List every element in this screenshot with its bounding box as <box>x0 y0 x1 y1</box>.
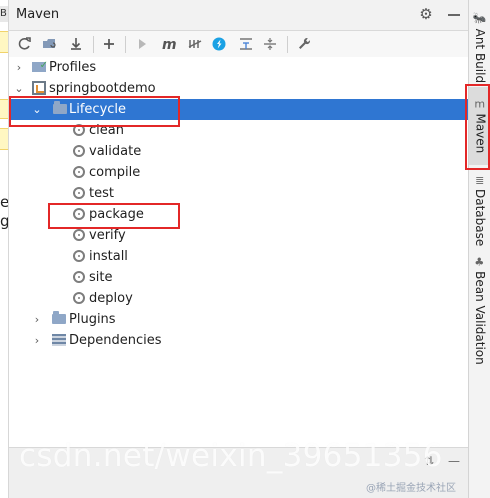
gear-icon <box>72 186 86 200</box>
gear-icon <box>72 123 86 137</box>
chevron-down-icon[interactable]: ⌄ <box>13 78 25 99</box>
gear-icon <box>72 270 86 284</box>
profiles-folder-icon <box>32 55 48 76</box>
toggle-offline-mode-icon[interactable] <box>186 35 204 53</box>
tab-database[interactable]: ≣ Database <box>469 174 490 247</box>
project-label: springbootdemo <box>49 81 156 96</box>
toolbar-separator-2 <box>125 36 126 53</box>
maven-icon: m <box>474 97 486 111</box>
header-actions: ⚙ <box>418 5 460 23</box>
phase-label: site <box>89 270 113 285</box>
chevron-right-icon[interactable]: › <box>13 57 25 78</box>
editor-text-fragment-2: gt <box>0 213 8 229</box>
plugins-folder-icon <box>52 311 66 326</box>
editor-text-fragment-1: er <box>0 194 8 210</box>
gear-icon <box>72 228 86 242</box>
phase-label: clean <box>89 123 124 138</box>
phase-label: test <box>89 186 114 201</box>
tab-ant-build[interactable]: 🐜 Ant Build <box>469 11 490 84</box>
phase-label: deploy <box>89 291 133 306</box>
maven-toolbar: m <box>9 31 468 58</box>
chevron-right-icon[interactable]: › <box>31 330 43 351</box>
tree-node-profiles[interactable]: › Profiles <box>9 55 468 78</box>
gear-icon <box>72 291 86 305</box>
tree-node-plugins[interactable]: › Plugins <box>9 309 468 330</box>
tree-node-deploy[interactable]: deploy <box>9 288 468 309</box>
tree-node-test[interactable]: test <box>9 183 468 204</box>
bean-validation-icon: ♣ <box>475 255 485 269</box>
maven-tool-window: Maven ⚙ m › ✓ Profiles ⌄ springbootdemo … <box>9 0 468 498</box>
app-window: B er gt Maven ⚙ <box>0 0 490 498</box>
database-icon: ≣ <box>475 173 485 187</box>
editor-highlight-1 <box>0 31 8 53</box>
reload-generated-sources-icon[interactable] <box>40 35 58 53</box>
tree-node-springbootdemo[interactable]: ⌄ springbootdemo <box>9 78 468 99</box>
tab-maven[interactable]: m Maven <box>469 87 490 165</box>
watermark-small-text: @稀土掘金技术社区 <box>366 483 456 494</box>
gear-icon <box>72 165 86 179</box>
phase-label: install <box>89 249 128 264</box>
tree-node-validate[interactable]: validate <box>9 141 468 162</box>
lifecycle-folder-icon <box>53 101 67 116</box>
window-title: Maven <box>16 7 60 22</box>
phase-label: package <box>89 207 144 222</box>
chevron-right-icon[interactable]: › <box>31 309 43 330</box>
tab-maven-label: Maven <box>473 113 488 154</box>
gear-icon <box>72 144 86 158</box>
add-maven-project-icon[interactable] <box>100 35 118 53</box>
editor-sliver: B er gt <box>0 0 9 498</box>
editor-highlight-3 <box>0 128 8 150</box>
maven-tree: › Profiles ⌄ springbootdemo ⌄ Lifecycle … <box>9 55 468 447</box>
ant-icon: 🐜 <box>473 11 487 25</box>
plugins-label: Plugins <box>69 312 116 327</box>
hide-icon[interactable]: — <box>448 454 460 468</box>
phase-label: validate <box>89 144 142 159</box>
tree-node-compile[interactable]: compile <box>9 162 468 183</box>
execute-maven-goal-icon[interactable]: m <box>160 35 178 53</box>
toggle-skip-tests-icon[interactable] <box>210 35 228 53</box>
maven-settings-icon[interactable] <box>295 35 313 53</box>
tab-database-label: Database <box>473 188 488 247</box>
show-dependencies-icon[interactable] <box>237 35 255 53</box>
tree-node-install[interactable]: install <box>9 246 468 267</box>
tree-node-lifecycle[interactable]: ⌄ Lifecycle <box>9 99 468 120</box>
tree-node-verify[interactable]: verify <box>9 225 468 246</box>
gear-icon <box>72 249 86 263</box>
toolbar-separator-1 <box>93 36 94 53</box>
tree-node-clean[interactable]: clean <box>9 120 468 141</box>
editor-tab-fragment: B <box>0 6 8 22</box>
phase-label: compile <box>89 165 141 180</box>
project-icon <box>32 81 46 95</box>
collapse-all-icon[interactable] <box>261 35 279 53</box>
lifecycle-label: Lifecycle <box>69 102 127 117</box>
svg-text:m: m <box>162 37 177 52</box>
hide-window-icon[interactable] <box>448 6 460 22</box>
phase-label: verify <box>89 228 126 243</box>
dependencies-label: Dependencies <box>69 333 162 348</box>
gear-icon <box>72 207 86 221</box>
tree-node-site[interactable]: site <box>9 267 468 288</box>
run-maven-build-icon[interactable] <box>133 35 151 53</box>
watermark-text: csdn.net/weixin_39651356 <box>19 438 443 474</box>
right-tool-window-bar: 🐜 Ant Build m Maven ≣ Database ♣ Bean Va… <box>468 0 490 498</box>
dependencies-icon <box>52 333 66 347</box>
tab-bean-validation-label: Bean Validation <box>473 271 487 365</box>
tool-window-header: Maven ⚙ <box>9 0 468 31</box>
tab-ant-build-label: Ant Build <box>473 28 488 84</box>
profiles-label: Profiles <box>49 60 97 75</box>
editor-highlight-2 <box>0 99 8 119</box>
chevron-down-icon[interactable]: ⌄ <box>31 99 43 120</box>
download-sources-icon[interactable] <box>67 35 85 53</box>
reload-all-projects-icon[interactable] <box>15 35 33 53</box>
toolbar-separator-3 <box>287 36 288 53</box>
tree-node-dependencies[interactable]: › Dependencies <box>9 330 468 351</box>
tree-node-package[interactable]: package <box>9 204 468 225</box>
gear-icon[interactable]: ⚙ <box>418 5 434 23</box>
tab-bean-validation[interactable]: ♣ Bean Validation <box>469 255 490 365</box>
